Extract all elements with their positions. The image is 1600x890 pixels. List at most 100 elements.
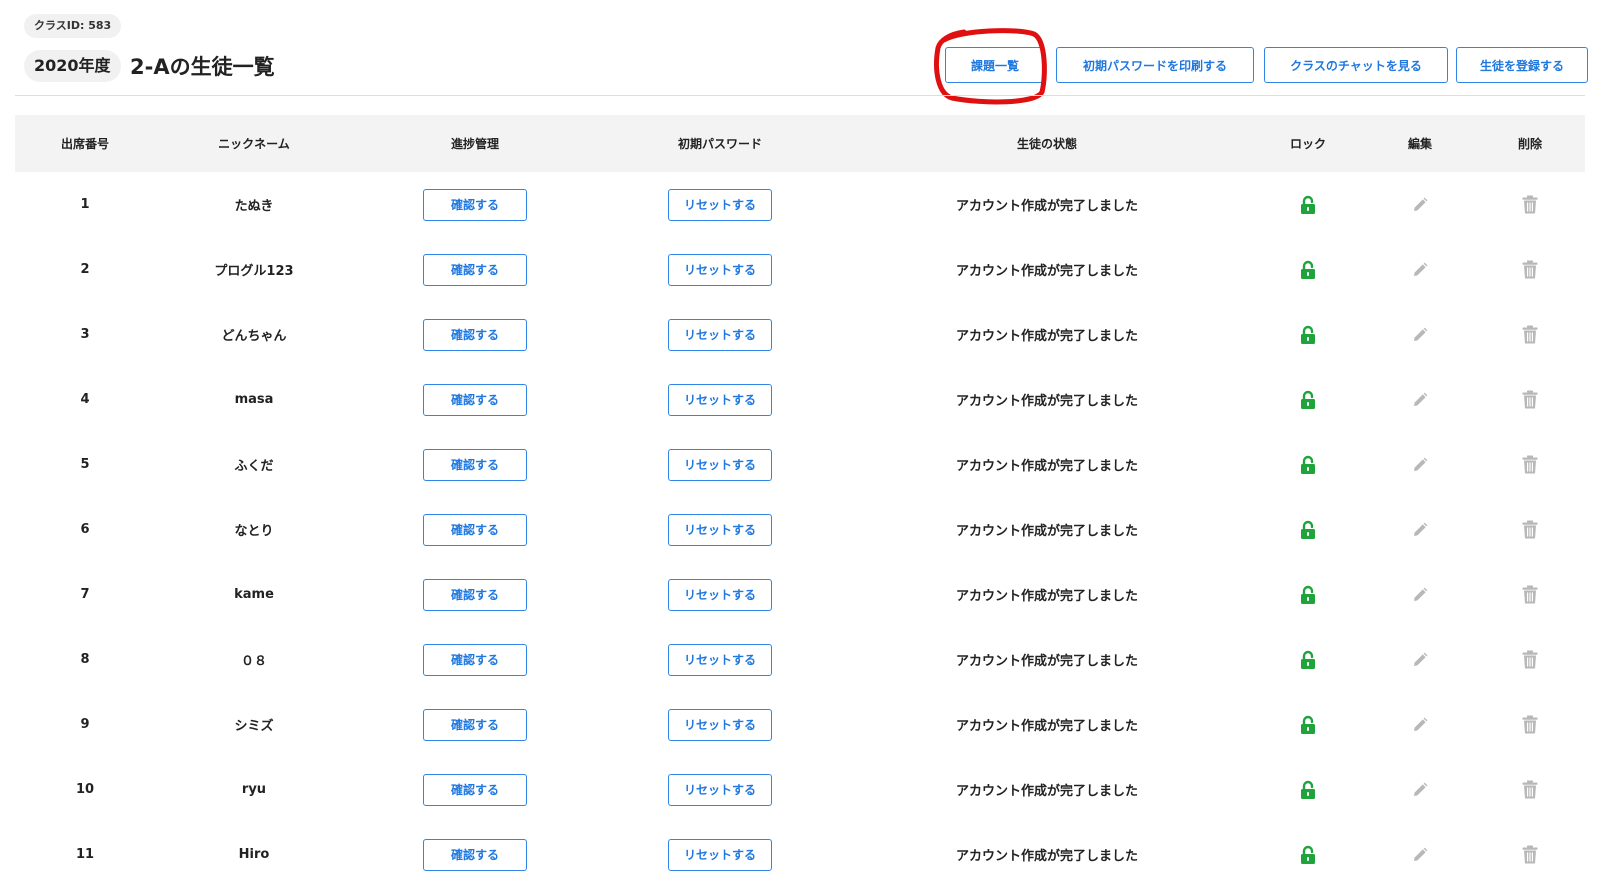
progress-cell: 確認する: [353, 497, 597, 562]
reset-password-button[interactable]: リセットする: [668, 188, 772, 221]
check-progress-button[interactable]: 確認する: [423, 253, 527, 286]
column-header-number[interactable]: 出席番号: [15, 115, 155, 172]
pencil-icon[interactable]: [1411, 846, 1429, 864]
class-id-badge: クラスID: 583: [24, 14, 122, 38]
reset-password-button[interactable]: リセットする: [668, 708, 772, 741]
check-progress-button[interactable]: 確認する: [423, 188, 527, 221]
student-nickname: ryu: [241, 782, 267, 797]
delete-cell: [1475, 562, 1585, 627]
unlock-icon[interactable]: [1300, 455, 1316, 475]
reset-password-button[interactable]: リセットする: [668, 578, 772, 611]
check-progress-button[interactable]: 確認する: [423, 773, 527, 806]
table-row: 9 シミズ 確認する リセットする アカウント作成が完了しました: [15, 692, 1585, 757]
pencil-icon[interactable]: [1411, 326, 1429, 344]
student-status: アカウント作成が完了しました: [955, 784, 1138, 799]
check-progress-button[interactable]: 確認する: [423, 318, 527, 351]
reset-password-button[interactable]: リセットする: [668, 643, 772, 676]
pencil-icon[interactable]: [1411, 716, 1429, 734]
unlock-icon[interactable]: [1300, 780, 1316, 800]
table-row: 3 どんちゃん 確認する リセットする アカウント作成が完了しました: [15, 302, 1585, 367]
student-nickname: たぬき: [234, 199, 274, 214]
lock-cell: [1251, 432, 1365, 497]
check-progress-button[interactable]: 確認する: [423, 643, 527, 676]
delete-cell: [1475, 367, 1585, 432]
progress-cell: 確認する: [353, 822, 597, 887]
delete-cell: [1475, 432, 1585, 497]
reset-password-button[interactable]: リセットする: [668, 773, 772, 806]
student-nickname: なとり: [234, 524, 274, 539]
print-passwords-button[interactable]: 初期パスワードを印刷する: [1056, 47, 1254, 83]
check-progress-button[interactable]: 確認する: [423, 708, 527, 741]
check-progress-button[interactable]: 確認する: [423, 513, 527, 546]
reset-password-button[interactable]: リセットする: [668, 383, 772, 416]
pencil-icon[interactable]: [1411, 456, 1429, 474]
unlock-icon[interactable]: [1300, 585, 1316, 605]
table-row: 10 ryu 確認する リセットする アカウント作成が完了しました: [15, 757, 1585, 822]
student-nickname: どんちゃん: [221, 329, 287, 344]
student-number: 5: [80, 457, 90, 472]
check-progress-button[interactable]: 確認する: [423, 838, 527, 871]
reset-password-button[interactable]: リセットする: [668, 318, 772, 351]
pencil-icon[interactable]: [1411, 521, 1429, 539]
progress-cell: 確認する: [353, 172, 597, 237]
trash-icon[interactable]: [1522, 455, 1538, 474]
pencil-icon[interactable]: [1411, 781, 1429, 799]
trash-icon[interactable]: [1522, 195, 1538, 214]
student-nickname: masa: [234, 392, 274, 407]
register-student-button[interactable]: 生徒を登録する: [1456, 47, 1588, 83]
delete-cell: [1475, 172, 1585, 237]
check-progress-button[interactable]: 確認する: [423, 578, 527, 611]
trash-icon[interactable]: [1522, 260, 1538, 279]
trash-icon[interactable]: [1522, 520, 1538, 539]
password-cell: リセットする: [597, 497, 843, 562]
progress-cell: 確認する: [353, 692, 597, 757]
trash-icon[interactable]: [1522, 650, 1538, 669]
password-cell: リセットする: [597, 562, 843, 627]
unlock-icon[interactable]: [1300, 520, 1316, 540]
progress-cell: 確認する: [353, 237, 597, 302]
lock-cell: [1251, 627, 1365, 692]
password-cell: リセットする: [597, 822, 843, 887]
check-progress-button[interactable]: 確認する: [423, 448, 527, 481]
unlock-icon[interactable]: [1300, 390, 1316, 410]
trash-icon[interactable]: [1522, 780, 1538, 799]
unlock-icon[interactable]: [1300, 195, 1316, 215]
trash-icon[interactable]: [1522, 715, 1538, 734]
column-header-edit: 編集: [1407, 137, 1432, 151]
delete-cell: [1475, 822, 1585, 887]
progress-cell: 確認する: [353, 562, 597, 627]
unlock-icon[interactable]: [1300, 845, 1316, 865]
class-chat-button[interactable]: クラスのチャットを見る: [1264, 47, 1448, 83]
reset-password-button[interactable]: リセットする: [668, 253, 772, 286]
table-row: 2 プログル123 確認する リセットする アカウント作成が完了しました: [15, 237, 1585, 302]
table-row: 5 ふくだ 確認する リセットする アカウント作成が完了しました: [15, 432, 1585, 497]
pencil-icon[interactable]: [1411, 261, 1429, 279]
pencil-icon[interactable]: [1411, 391, 1429, 409]
trash-icon[interactable]: [1522, 390, 1538, 409]
pencil-icon[interactable]: [1411, 651, 1429, 669]
student-status: アカウント作成が完了しました: [955, 329, 1138, 344]
password-cell: リセットする: [597, 172, 843, 237]
page-title: 2-Aの生徒一覧: [130, 55, 275, 79]
edit-cell: [1365, 562, 1475, 627]
pencil-icon[interactable]: [1411, 196, 1429, 214]
check-progress-button[interactable]: 確認する: [423, 383, 527, 416]
table-row: 6 なとり 確認する リセットする アカウント作成が完了しました: [15, 497, 1585, 562]
trash-icon[interactable]: [1522, 325, 1538, 344]
progress-cell: 確認する: [353, 757, 597, 822]
unlock-icon[interactable]: [1300, 715, 1316, 735]
trash-icon[interactable]: [1522, 585, 1538, 604]
assignments-button[interactable]: 課題一覧: [945, 47, 1045, 83]
reset-password-button[interactable]: リセットする: [668, 838, 772, 871]
unlock-icon[interactable]: [1300, 650, 1316, 670]
column-header-nickname[interactable]: ニックネーム: [155, 115, 353, 172]
student-number: 6: [80, 522, 90, 537]
unlock-icon[interactable]: [1300, 325, 1316, 345]
unlock-icon[interactable]: [1300, 260, 1316, 280]
delete-cell: [1475, 302, 1585, 367]
password-cell: リセットする: [597, 237, 843, 302]
pencil-icon[interactable]: [1411, 586, 1429, 604]
reset-password-button[interactable]: リセットする: [668, 448, 772, 481]
trash-icon[interactable]: [1522, 845, 1538, 864]
reset-password-button[interactable]: リセットする: [668, 513, 772, 546]
